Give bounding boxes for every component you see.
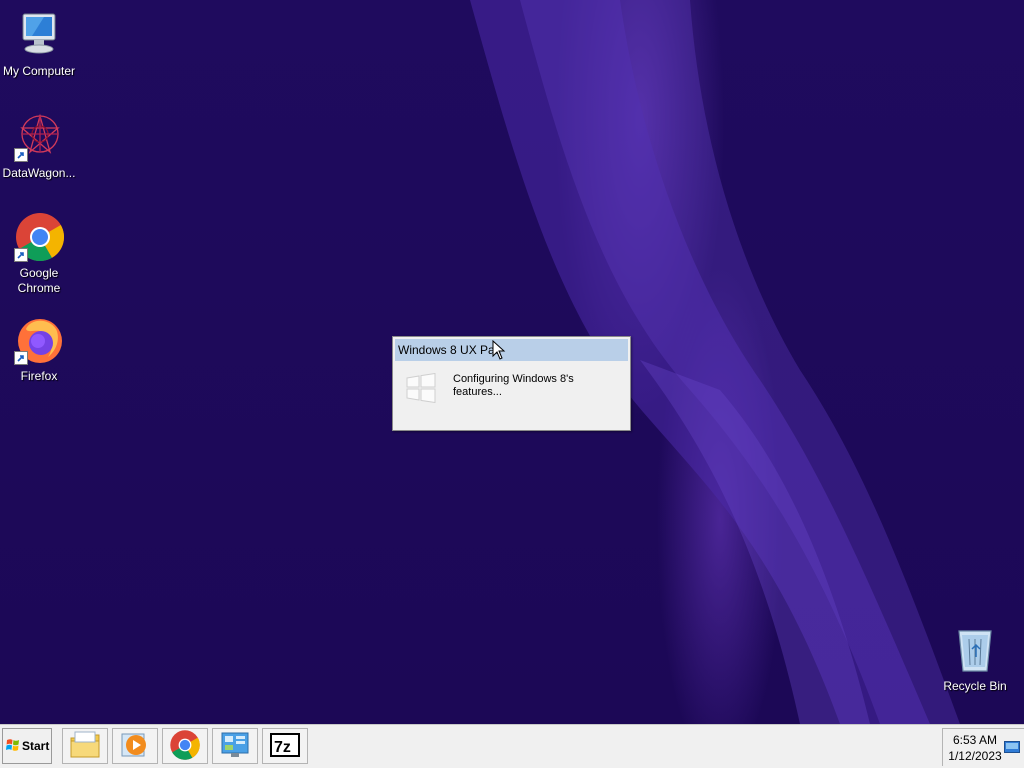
shortcut-arrow-icon (14, 248, 28, 262)
datawagon-icon (14, 112, 64, 162)
desktop-icon-recycle-bin[interactable]: Recycle Bin (936, 625, 1014, 694)
firefox-icon (14, 315, 64, 365)
chrome-icon (169, 729, 201, 764)
mouse-cursor-icon (492, 340, 506, 360)
taskbar-7zip-button[interactable]: 7z (262, 728, 308, 764)
start-button[interactable]: Start (2, 728, 52, 764)
windows-logo-icon (406, 372, 436, 406)
desktop[interactable]: My Computer DataWagon... Google Chrome F… (0, 0, 1024, 724)
media-player-icon (120, 731, 150, 762)
clock[interactable]: 6:53 AM 1/12/2023 (945, 732, 1005, 764)
dialog-message: Configuring Windows 8's features... (453, 373, 574, 398)
control-panel-icon (219, 730, 251, 763)
taskbar-control-panel-button[interactable] (212, 728, 258, 764)
taskbar-chrome-button[interactable] (162, 728, 208, 764)
desktop-icon-google-chrome[interactable]: Google Chrome (0, 212, 78, 296)
shortcut-arrow-icon (14, 351, 28, 365)
taskbar-file-explorer-button[interactable] (62, 728, 108, 764)
file-explorer-icon (69, 730, 101, 763)
recycle-bin-icon (950, 625, 1000, 675)
shortcut-arrow-icon (14, 148, 28, 162)
system-tray: 6:53 AM 1/12/2023 (942, 728, 1024, 766)
show-desktop-icon[interactable] (1004, 741, 1020, 756)
desktop-icon-label: DataWagon... (2, 166, 76, 180)
svg-text:7z: 7z (274, 739, 291, 756)
taskbar-media-player-button[interactable] (112, 728, 158, 764)
clock-date: 1/12/2023 (948, 749, 1002, 763)
progress-dialog[interactable]: Windows 8 UX Pac Configuring Windows 8's… (392, 336, 631, 431)
my-computer-icon (14, 10, 64, 60)
start-label: Start (22, 739, 50, 753)
desktop-icon-firefox[interactable]: Firefox (0, 315, 78, 384)
dialog-title[interactable]: Windows 8 UX Pac (395, 339, 628, 361)
desktop-icon-label: Firefox (20, 369, 58, 383)
chrome-icon (14, 212, 65, 262)
taskbar: Start 7z 6:53 AM 1/12/2023 (0, 724, 1024, 768)
desktop-icon-label: Google Chrome (17, 266, 61, 295)
desktop-icon-label: My Computer (2, 64, 76, 78)
desktop-icon-label: Recycle Bin (943, 679, 1007, 693)
desktop-icon-datawagon[interactable]: DataWagon... (0, 112, 78, 181)
dialog-body: Configuring Windows 8's features... (393, 361, 630, 429)
desktop-icon-my-computer[interactable]: My Computer (0, 10, 78, 79)
windows-flag-icon (6, 738, 20, 755)
7zip-icon: 7z (269, 731, 301, 762)
clock-time: 6:53 AM (952, 733, 998, 747)
